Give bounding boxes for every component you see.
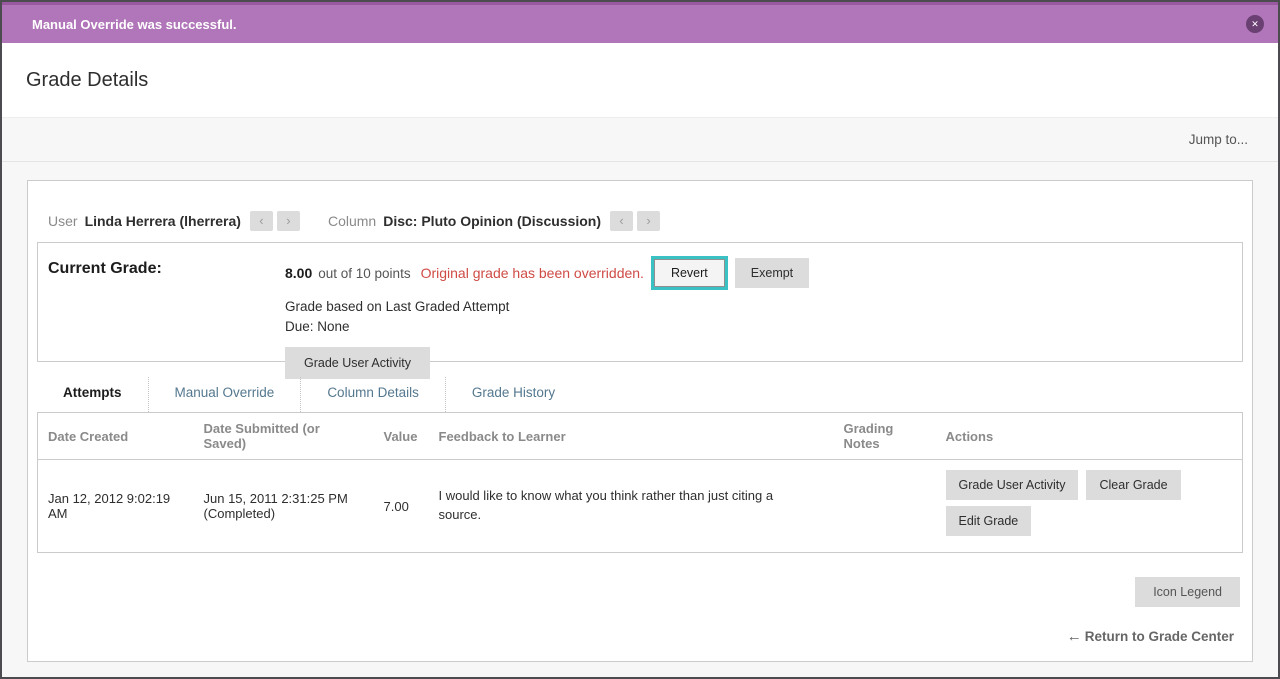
tab-column-details[interactable]: Column Details bbox=[300, 377, 445, 412]
tab-attempts[interactable]: Attempts bbox=[37, 377, 148, 412]
attempts-table: Date Created Date Submitted (or Saved) V… bbox=[37, 412, 1243, 553]
exempt-button[interactable]: Exempt bbox=[735, 258, 809, 288]
revert-button[interactable]: Revert bbox=[654, 259, 725, 287]
tab-manual-override[interactable]: Manual Override bbox=[148, 377, 301, 412]
row-clear-grade-button[interactable]: Clear Grade bbox=[1086, 470, 1180, 500]
cell-actions: Grade User ActivityClear Grade Edit Grade bbox=[936, 460, 1243, 553]
header-date-created: Date Created bbox=[38, 413, 194, 460]
grade-based-on-text: Grade based on Last Graded Attempt bbox=[285, 299, 1242, 314]
alert-message: Manual Override was successful. bbox=[32, 17, 1246, 32]
current-grade-label: Current Grade: bbox=[48, 256, 285, 361]
next-column-button[interactable]: › bbox=[637, 211, 660, 231]
header-value: Value bbox=[374, 413, 429, 460]
grade-details-panel: User Linda Herrera (lherrera) ‹ › Column… bbox=[27, 180, 1253, 662]
due-date-text: Due: None bbox=[285, 319, 1242, 334]
return-row: ←Return to Grade Center bbox=[1067, 628, 1234, 646]
current-grade-content: 8.00 out of 10 points Original grade has… bbox=[285, 256, 1242, 361]
column-pager: ‹ › bbox=[610, 211, 660, 231]
grade-tabs: Attempts Manual Override Column Details … bbox=[37, 377, 1243, 412]
return-link-label: Return to Grade Center bbox=[1085, 629, 1234, 644]
header-feedback: Feedback to Learner bbox=[429, 413, 834, 460]
grade-out-of: out of 10 points bbox=[318, 266, 410, 281]
close-icon[interactable]: ✕ bbox=[1246, 15, 1264, 33]
next-user-button[interactable]: › bbox=[277, 211, 300, 231]
header-grading-notes: Grading Notes bbox=[834, 413, 936, 460]
user-name: Linda Herrera (lherrera) bbox=[85, 213, 241, 229]
action-bar: Jump to... bbox=[2, 118, 1278, 162]
jump-to-menu[interactable]: Jump to... bbox=[1189, 132, 1248, 147]
grade-score: 8.00 bbox=[285, 265, 312, 281]
previous-user-button[interactable]: ‹ bbox=[250, 211, 273, 231]
tab-grade-history[interactable]: Grade History bbox=[445, 377, 581, 412]
success-alert-banner: Manual Override was successful. ✕ bbox=[2, 5, 1278, 43]
cell-date-submitted: Jun 15, 2011 2:31:25 PM (Completed) bbox=[194, 460, 374, 553]
page-header: Grade Details bbox=[2, 43, 1278, 118]
page-title: Grade Details bbox=[26, 69, 148, 92]
user-pager: ‹ › bbox=[250, 211, 300, 231]
header-date-submitted: Date Submitted (or Saved) bbox=[194, 413, 374, 460]
page-body: User Linda Herrera (lherrera) ‹ › Column… bbox=[2, 162, 1278, 662]
column-name: Disc: Pluto Opinion (Discussion) bbox=[383, 213, 601, 229]
cell-grading-notes bbox=[834, 460, 936, 553]
header-actions: Actions bbox=[936, 413, 1243, 460]
return-to-grade-center-link[interactable]: ←Return to Grade Center bbox=[1067, 628, 1234, 645]
attempt-row: Jan 12, 2012 9:02:19 AM Jun 15, 2011 2:3… bbox=[38, 460, 1243, 553]
feedback-text: I would like to know what you think rath… bbox=[439, 487, 791, 525]
cell-date-created: Jan 12, 2012 9:02:19 AM bbox=[38, 460, 194, 553]
column-label: Column bbox=[328, 213, 376, 229]
override-notice: Original grade has been overridden. bbox=[421, 265, 644, 281]
grade-details-page: Manual Override was successful. ✕ Grade … bbox=[0, 0, 1280, 679]
user-label: User bbox=[48, 213, 78, 229]
current-grade-box: Current Grade: 8.00 out of 10 points Ori… bbox=[37, 242, 1243, 362]
grade-user-activity-button[interactable]: Grade User Activity bbox=[285, 347, 430, 379]
cell-value: 7.00 bbox=[374, 460, 429, 553]
attempts-table-header-row: Date Created Date Submitted (or Saved) V… bbox=[38, 413, 1243, 460]
icon-legend-button[interactable]: Icon Legend bbox=[1135, 577, 1240, 607]
revert-button-highlight: Revert bbox=[651, 256, 728, 290]
user-column-context-row: User Linda Herrera (lherrera) ‹ › Column… bbox=[37, 211, 1243, 231]
row-grade-user-activity-button[interactable]: Grade User Activity bbox=[946, 470, 1079, 500]
previous-column-button[interactable]: ‹ bbox=[610, 211, 633, 231]
cell-feedback: I would like to know what you think rath… bbox=[429, 460, 834, 553]
left-arrow-icon: ← bbox=[1067, 628, 1082, 645]
grade-value-line: 8.00 out of 10 points Original grade has… bbox=[285, 256, 1242, 290]
row-edit-grade-button[interactable]: Edit Grade bbox=[946, 506, 1032, 536]
legend-row: Icon Legend bbox=[37, 577, 1243, 607]
